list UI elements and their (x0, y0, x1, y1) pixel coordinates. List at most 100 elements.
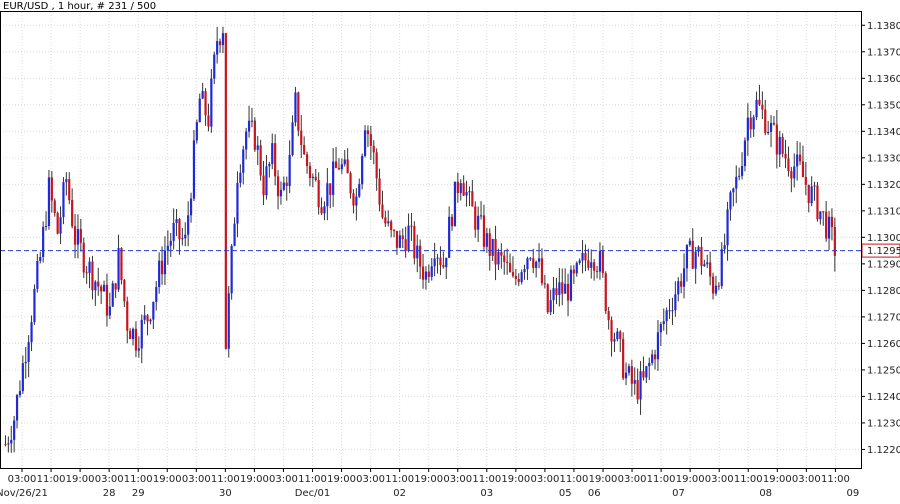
y-tick-label: 1.1280 (867, 286, 900, 297)
candle-body-down (514, 275, 517, 279)
candle-body-down (691, 240, 694, 269)
x-tick-label: 19:00 (66, 474, 95, 485)
candle-body-up (213, 54, 216, 79)
date-label: 02 (393, 488, 406, 499)
candle-body-down (450, 216, 454, 227)
candle-body-down (384, 217, 387, 224)
candle-body-down (482, 215, 486, 247)
candle-body-up (755, 99, 758, 118)
candle-body-up (819, 211, 822, 220)
candle-body-up (424, 271, 428, 280)
candle-body-up (645, 366, 648, 378)
candle-body-up (497, 252, 500, 265)
y-tick-label: 1.1360 (867, 74, 900, 85)
candle-body-down (305, 154, 309, 167)
candle-body-up (732, 188, 735, 193)
candle-body-up (651, 354, 654, 363)
current-price-label: 1.1295 (867, 246, 900, 257)
chart-root: 1.1295 1.1220 1.1230 1.1240 1.1250 1.1260 1.1… (0, 0, 900, 500)
candle-body-down (50, 177, 53, 201)
candle-body-up (778, 136, 781, 155)
candle-body-down (709, 262, 712, 277)
candle-body-up (662, 321, 665, 325)
candle-body-down (297, 92, 300, 131)
candle-body-down (91, 261, 94, 291)
candle-body-up (137, 348, 140, 351)
date-label: Dec/01 (295, 488, 330, 499)
candle-body-up (282, 182, 285, 190)
date-label: 28 (103, 488, 116, 499)
chart-title: EUR/USD , 1 hour, # 231 / 500 (3, 1, 156, 12)
candle-body-up (537, 258, 541, 262)
candle-body-up (18, 391, 22, 396)
x-tick-label: 03:00 (530, 474, 559, 485)
candle-body-up (433, 258, 436, 267)
candle-body-up (187, 215, 190, 235)
candle-body-up (523, 269, 526, 273)
candle-body-down (653, 354, 657, 360)
candle-body-down (178, 219, 181, 240)
candle-body-down (404, 239, 407, 251)
candle-body-down (320, 207, 323, 214)
candle-body-up (250, 120, 254, 122)
candle-body-down (123, 279, 126, 302)
candle-body-down (274, 143, 277, 177)
candle-body-up (448, 216, 451, 258)
candle-body-down (85, 272, 88, 274)
candle-body-up (10, 439, 13, 444)
candle-body-up (169, 240, 172, 246)
x-tick-label: 19:00 (153, 474, 182, 485)
candle-body-down (772, 122, 776, 125)
y-tick-label: 1.1310 (867, 206, 900, 217)
candle-body-up (468, 191, 471, 193)
candle-body-down (572, 269, 575, 274)
candle-body-up (740, 166, 744, 176)
candle-body-down (680, 281, 683, 287)
candle-body-down (410, 225, 413, 227)
candle-body-up (221, 33, 225, 46)
candle-body-up (184, 234, 187, 239)
candle-body-up (743, 140, 747, 167)
candle-body-down (830, 216, 834, 228)
date-label: 30 (219, 488, 232, 499)
candle-body-down (285, 182, 288, 187)
candle-body-up (694, 251, 697, 269)
candle-body-up (21, 363, 24, 392)
candle-body-down (781, 136, 784, 154)
candle-body-down (120, 248, 123, 280)
candle-body-up (291, 122, 294, 156)
candle-body-up (685, 244, 689, 269)
candle-body-down (488, 233, 491, 256)
candle-body-up (192, 140, 196, 199)
y-tick-label: 1.1380 (867, 21, 900, 32)
candle-body-up (198, 98, 201, 123)
candle-body-up (195, 122, 198, 141)
candle-body-down (555, 288, 558, 295)
candle-body-up (535, 261, 538, 268)
candle-body-up (175, 219, 178, 223)
candle-body-down (366, 130, 370, 135)
candle-body-down (56, 213, 59, 234)
candle-body-down (375, 152, 378, 179)
candle-body-up (323, 206, 326, 214)
candle-body-up (242, 149, 245, 173)
candle-body-down (601, 251, 604, 274)
candle-body-down (439, 257, 442, 266)
candle-body-up (59, 217, 62, 234)
candle-body-down (114, 283, 117, 290)
candle-body-up (398, 235, 401, 248)
candle-body-down (53, 200, 56, 214)
candle-body-down (413, 226, 416, 259)
candle-body-down (604, 273, 607, 312)
candle-body-up (558, 282, 561, 295)
candle-body-up (30, 322, 33, 343)
candle-body-up (216, 41, 219, 55)
candle-body-up (62, 182, 65, 218)
y-tick-label: 1.1370 (867, 47, 900, 58)
candle-body-down (253, 120, 256, 150)
x-tick-label: 19:00 (327, 474, 356, 485)
candle-body-down (595, 270, 599, 272)
candle-body-up (810, 186, 813, 204)
candle-body-down (369, 134, 372, 146)
candle-body-up (152, 301, 155, 320)
